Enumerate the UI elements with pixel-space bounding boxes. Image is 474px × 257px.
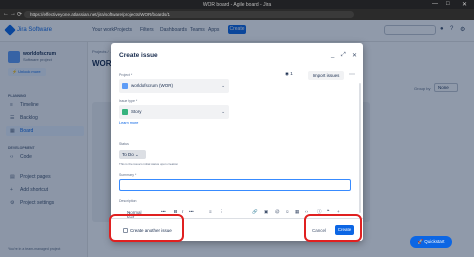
issue-type-label: Issue type * bbox=[119, 99, 138, 103]
address-bar-row: ← → ⟳ https://effectiveyone.atlassian.ne… bbox=[0, 9, 474, 20]
italic-icon[interactable]: I bbox=[182, 209, 183, 214]
table-icon[interactable]: ▦ bbox=[295, 209, 299, 215]
chevron-down-icon: ⌄ bbox=[221, 83, 225, 88]
more-text-icon[interactable]: ••• bbox=[189, 209, 194, 214]
learn-more-link[interactable]: Learn more bbox=[119, 121, 138, 125]
project-select[interactable]: worldofscrum (WOR) ⌄ bbox=[119, 79, 229, 93]
tab-title[interactable]: WOR board - Agile board - Jira bbox=[190, 2, 284, 8]
quickstart-button[interactable]: 🚀 Quickstart bbox=[410, 236, 452, 248]
chevron-down-icon: ⌄ bbox=[221, 109, 225, 114]
maximize-icon[interactable]: □ bbox=[446, 1, 450, 7]
image-icon[interactable]: ▣ bbox=[264, 209, 268, 215]
back-icon[interactable]: ← bbox=[3, 11, 9, 17]
issue-type-select[interactable]: Story ⌄ bbox=[119, 105, 229, 119]
dialog-title: Create issue bbox=[119, 52, 158, 59]
browser-titlebar: WOR board - Agile board - Jira — □ ✕ bbox=[0, 0, 474, 9]
import-count-badge: ◉ 1 bbox=[285, 71, 293, 76]
project-select-value: worldofscrum (WOR) bbox=[131, 83, 174, 88]
reload-icon[interactable]: ⟳ bbox=[17, 11, 22, 18]
mention-icon[interactable]: @ bbox=[275, 209, 280, 214]
forward-icon[interactable]: → bbox=[10, 11, 16, 17]
bullet-list-icon[interactable]: ≡ bbox=[209, 209, 212, 214]
url-field[interactable]: https://effectiveyone.atlassian.net/jira… bbox=[24, 11, 354, 18]
dialog-scrollbar[interactable] bbox=[359, 83, 361, 213]
close-window-icon[interactable]: ✕ bbox=[462, 1, 467, 8]
story-icon bbox=[122, 109, 128, 115]
import-issues-button[interactable]: Import issues bbox=[308, 71, 344, 80]
issue-type-value: Story bbox=[131, 109, 142, 114]
close-icon[interactable]: ✕ bbox=[352, 52, 357, 59]
status-value: To Do bbox=[122, 152, 134, 157]
highlight-action-buttons bbox=[304, 214, 362, 242]
more-actions-icon[interactable]: ⋯ bbox=[349, 71, 355, 78]
minimize-icon[interactable]: — bbox=[432, 1, 438, 7]
project-avatar-icon bbox=[122, 83, 128, 89]
expand-icon[interactable]: ⤢ bbox=[341, 52, 346, 59]
numbered-list-icon[interactable]: ⋮ bbox=[219, 209, 224, 215]
emoji-icon[interactable]: ☺ bbox=[285, 209, 290, 214]
description-label: Description bbox=[119, 199, 137, 203]
summary-label: Summary * bbox=[119, 173, 137, 177]
project-label: Project * bbox=[119, 73, 133, 77]
highlight-create-another bbox=[109, 214, 184, 242]
status-select[interactable]: To Do ⌄ bbox=[119, 150, 146, 159]
summary-input[interactable] bbox=[119, 179, 351, 191]
create-issue-dialog: Create issue _ ⤢ ✕ ◉ 1 Import issues ⋯ P… bbox=[111, 43, 363, 241]
status-label: Status bbox=[119, 142, 129, 146]
status-note: This is the issue's initial status upon … bbox=[119, 162, 179, 166]
minimize-icon[interactable]: _ bbox=[331, 52, 334, 58]
link-icon[interactable]: 🔗 bbox=[252, 209, 258, 215]
